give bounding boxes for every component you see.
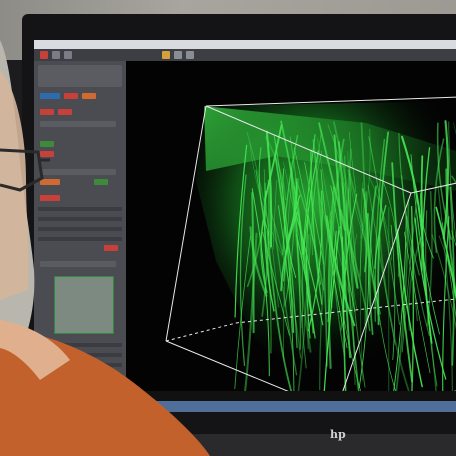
- panel-button: [58, 109, 72, 115]
- toolbar-icon: [52, 51, 60, 59]
- info-row: [38, 353, 122, 357]
- volume-viewer: [126, 61, 456, 391]
- toolbar-icon: [174, 51, 182, 59]
- panel-button: [94, 179, 108, 185]
- toolbar-icon: [162, 51, 170, 59]
- panel-button: [40, 93, 60, 99]
- toolbar-icon: [40, 51, 48, 59]
- panel-button: [40, 109, 54, 115]
- viewer-status-bar: [126, 391, 456, 401]
- info-row: [38, 383, 122, 387]
- photo-scene: hp: [0, 0, 456, 456]
- panel-button: [40, 169, 116, 175]
- panel-header: [38, 65, 122, 87]
- info-row: [38, 393, 122, 397]
- histogram-panel: [54, 276, 114, 334]
- volume-render: [126, 61, 456, 391]
- software-left-panel: [34, 61, 126, 412]
- info-row: [38, 343, 122, 347]
- panel-button: [104, 245, 118, 251]
- slider-track: [38, 237, 122, 241]
- slider-track: [38, 217, 122, 221]
- info-row: [38, 363, 122, 367]
- software-menu-bar: [34, 40, 456, 49]
- info-row: [38, 373, 122, 377]
- toolbar-icon: [186, 51, 194, 59]
- slider-track: [38, 207, 122, 211]
- slider-track: [38, 227, 122, 231]
- panel-button: [64, 93, 78, 99]
- monitor-brand-logo: hp: [330, 428, 346, 441]
- panel-button: [82, 93, 96, 99]
- monitor-stand: [170, 434, 456, 456]
- panel-button: [40, 151, 54, 157]
- panel-button: [40, 141, 54, 147]
- taskbar: [126, 401, 456, 412]
- panel-button: [40, 179, 60, 185]
- panel-button: [40, 121, 116, 127]
- panel-button: [40, 261, 116, 267]
- toolbar-icon: [64, 51, 72, 59]
- panel-button: [40, 195, 60, 201]
- monitor-screen: [34, 40, 456, 412]
